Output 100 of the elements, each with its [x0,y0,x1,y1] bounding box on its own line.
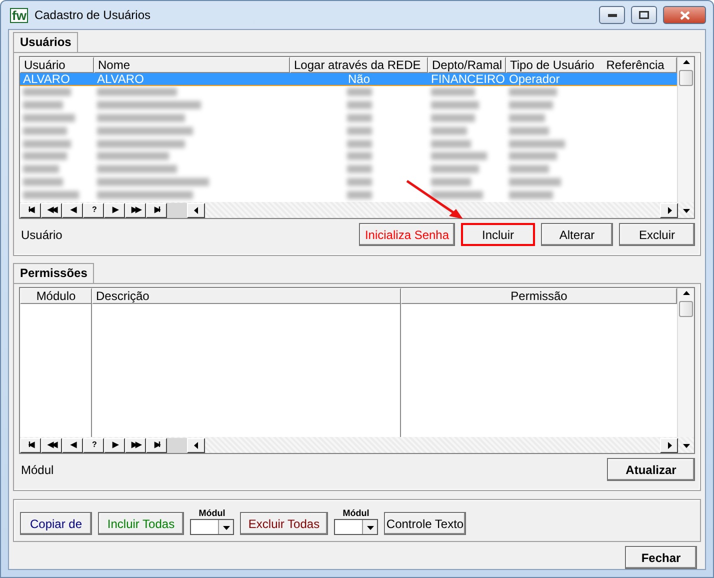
blurred-text [509,152,557,160]
blurred-text [346,165,372,174]
right-arrow-icon [666,442,672,449]
navigation-button[interactable]: ◀ [62,438,83,453]
dropdown-button[interactable] [218,520,233,534]
blurred-text [23,114,75,122]
close-button[interactable] [663,6,706,24]
module-combo[interactable] [334,519,378,535]
navigation-button[interactable]: I◀ [20,202,41,218]
vertical-scrollbar[interactable] [677,57,694,202]
table-cell-text: ALVARO [22,73,71,85]
column-header[interactable]: Descrição [92,288,401,304]
action-button[interactable]: Alterar [541,223,613,246]
navigation-button[interactable]: ▶I [146,202,167,218]
blurred-text [431,100,479,109]
action-button[interactable]: Excluir [619,223,695,246]
blurred-text [346,152,372,160]
column-header[interactable]: Módulo [20,288,92,304]
blurred-text [431,191,483,200]
navigation-button[interactable]: ◀◀ [41,202,62,218]
maximize-icon [639,11,649,19]
blurred-text [346,191,372,200]
left-arrow-icon [192,442,200,449]
column-header[interactable]: Tipo de Usuário Referência [506,57,677,73]
scroll-right-button[interactable] [660,438,678,453]
blurred-text [23,152,67,160]
blurred-text [509,100,553,109]
navigation-button[interactable]: ▶ [104,438,125,453]
down-arrow-icon [682,442,690,449]
maximize-button[interactable] [631,6,657,24]
dropdown-button[interactable] [362,520,377,534]
action-button[interactable]: Copiar de [20,512,92,535]
scroll-thumb[interactable] [679,70,693,86]
blurred-text [509,114,545,122]
column-header[interactable]: Usuário [20,57,94,73]
column-header[interactable]: Depto/Ramal [428,57,506,73]
navigation-button[interactable]: ▶▶ [125,202,146,218]
permissions-tab[interactable]: Permissões [13,263,94,283]
blurred-text [431,152,487,160]
navigation-button[interactable]: I◀ [20,438,41,453]
navigation-button[interactable]: ? [83,202,104,218]
down-arrow-icon [366,524,374,530]
close-icon [680,10,690,20]
blurred-text [509,165,549,174]
blurred-text [431,88,475,96]
blurred-text [431,178,471,186]
users-label: Usuário [20,228,64,242]
action-button[interactable]: Controle Texto [384,512,466,535]
navigation-button[interactable]: ▶I [146,438,167,453]
action-button[interactable]: Inicializa Senha [359,223,455,246]
blurred-text [23,165,59,174]
vertical-scrollbar[interactable] [677,288,694,438]
annotation-arrow [405,179,465,221]
column-header[interactable]: Permissão [401,288,677,304]
navigation-button[interactable]: ▶ [104,202,125,218]
blurred-text [431,126,467,135]
action-button[interactable]: Incluir Todas [98,512,184,535]
blurred-text [23,191,79,200]
column-header[interactable]: Logar através da REDE [290,57,428,73]
right-arrow-icon [666,206,672,214]
combo-label: Módul [198,508,226,519]
action-button[interactable]: Excluir Todas [240,512,328,535]
blurred-text [509,126,549,135]
minimize-button[interactable] [599,6,625,24]
column-header[interactable]: Nome [94,57,290,73]
navigation-button[interactable]: ◀ [62,202,83,218]
blurred-text [23,88,71,96]
scroll-right-button[interactable] [660,202,678,218]
scroll-left-button[interactable] [187,202,205,218]
blurred-text [23,140,71,148]
table-cell-text: FINANCEIRO [430,73,506,85]
blurred-text [346,88,372,96]
users-tab[interactable]: Usuários [13,32,78,52]
navigation-button[interactable]: ? [83,438,104,453]
blurred-text [97,152,169,160]
refresh-button[interactable]: Atualizar [607,458,695,482]
table-cell-text: Operador [508,73,561,85]
blurred-text [509,191,553,200]
navigation-button[interactable]: ◀◀ [41,438,62,453]
blurred-text [509,178,561,186]
blurred-text [346,114,372,122]
app-logo: fw [10,8,28,22]
blurred-text [509,140,565,148]
scroll-thumb[interactable] [679,301,693,317]
blurred-text [346,126,372,135]
window-title: Cadastro de Usuários [34,8,152,22]
scroll-left-button[interactable] [187,438,205,453]
table-cell-text: ALVARO [96,73,145,85]
down-arrow-icon [682,206,690,214]
action-button[interactable]: Incluir [461,223,535,246]
navigation-button[interactable]: ▶▶ [125,438,146,453]
left-arrow-icon [192,206,200,214]
combo-label: Módul [342,508,370,519]
blurred-text [431,165,479,174]
down-arrow-icon [222,524,230,530]
minimize-icon [608,14,616,16]
blurred-text [23,178,63,186]
blurred-text [509,88,557,96]
close-window-button[interactable]: Fechar [625,546,697,569]
module-combo[interactable] [190,519,234,535]
